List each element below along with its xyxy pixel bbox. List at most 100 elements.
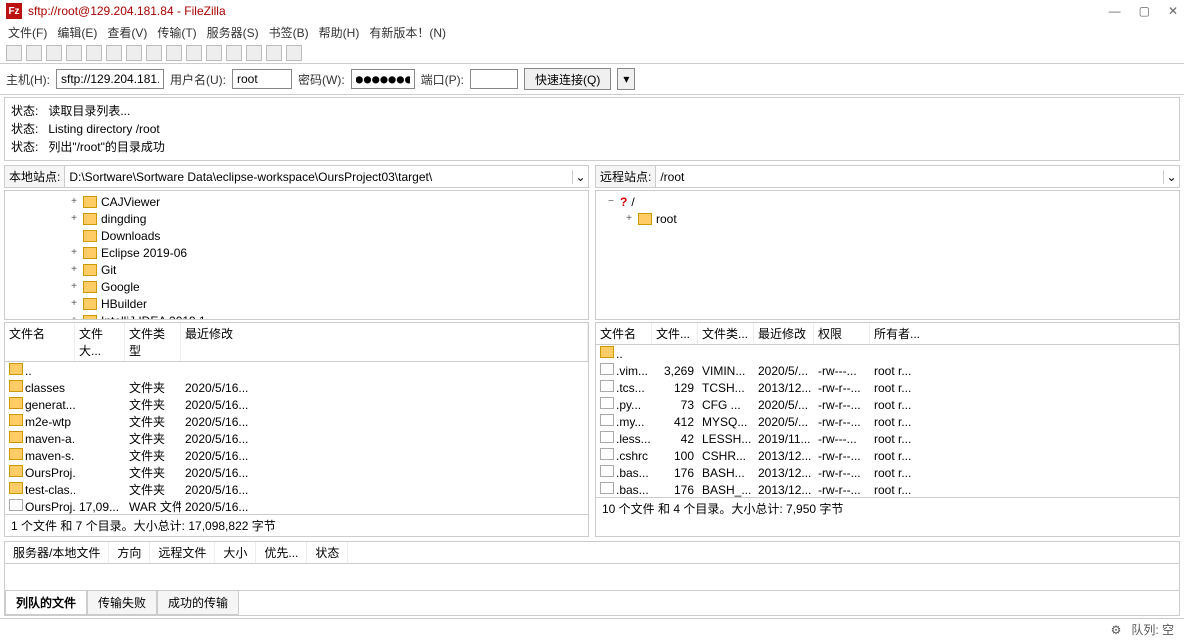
column-header[interactable]: 文件名 [596,323,652,344]
remote-tree[interactable]: −?/+root [595,190,1180,320]
host-input[interactable] [56,69,164,89]
list-item[interactable]: .bas...176BASH...2013/12...-rw-r--...roo… [596,464,1179,481]
local-filelist: 文件名文件大...文件类型最近修改 ..classes文件夹2020/5/16.… [4,322,589,537]
maximize-button[interactable]: ▢ [1139,4,1150,18]
toolbar-button[interactable] [86,45,102,61]
remotesite-input[interactable] [656,168,1163,186]
folder-icon [9,397,23,409]
list-item[interactable]: classes文件夹2020/5/16... [5,379,588,396]
menu-item[interactable]: 查看(V) [107,24,147,40]
pwd-input[interactable] [351,69,415,89]
list-item[interactable]: .cshrc100CSHR...2013/12...-rw-r--...root… [596,447,1179,464]
quickconnect-dropdown[interactable]: ▾ [617,68,635,90]
folder-icon [83,213,97,225]
menu-item[interactable]: 有新版本！(N) [369,24,446,40]
queue-tab[interactable]: 成功的传输 [157,591,239,615]
list-item[interactable]: m2e-wtp文件夹2020/5/16... [5,413,588,430]
column-header[interactable]: 方向 [109,542,150,563]
doc-icon [600,414,614,426]
menu-item[interactable]: 编辑(E) [57,24,97,40]
window-title: sftp://root@129.204.181.84 - FileZilla [28,4,226,18]
toolbar-button[interactable] [226,45,242,61]
tree-item[interactable]: +Eclipse 2019-06 [9,244,584,261]
folder-icon [9,414,23,426]
folder-icon [638,213,652,225]
tree-item[interactable]: +Google [9,278,584,295]
close-button[interactable]: ✕ [1168,4,1178,18]
list-item[interactable]: .less...42LESSH...2019/11...-rw---...roo… [596,430,1179,447]
quickconnect-button[interactable]: 快速连接(Q) [524,68,611,90]
menu-item[interactable]: 文件(F) [8,24,47,40]
toolbar-button[interactable] [6,45,22,61]
tree-item[interactable]: +HBuilder [9,295,584,312]
column-header[interactable]: 最近修改 [181,323,588,361]
menu-item[interactable]: 书签(B) [269,24,309,40]
tree-item[interactable]: −?/ [600,193,1175,210]
toolbar-button[interactable] [46,45,62,61]
column-header[interactable]: 远程文件 [150,542,215,563]
column-header[interactable]: 大小 [215,542,256,563]
column-header[interactable]: 服务器/本地文件 [5,542,109,563]
tree-item[interactable]: +dingding [9,210,584,227]
menu-item[interactable]: 帮助(H) [319,24,360,40]
list-item[interactable]: test-clas...文件夹2020/5/16... [5,481,588,498]
list-item[interactable]: .. [5,362,588,379]
menu-item[interactable]: 传输(T) [157,24,196,40]
toolbar-button[interactable] [106,45,122,61]
column-header[interactable]: 文件... [652,323,698,344]
toolbar-button[interactable] [66,45,82,61]
column-header[interactable]: 文件大... [75,323,125,361]
list-item[interactable]: maven-s...文件夹2020/5/16... [5,447,588,464]
list-item[interactable]: OursProj...文件夹2020/5/16... [5,464,588,481]
remote-summary: 10 个文件 和 4 个目录。大小总计: 7,950 字节 [596,497,1179,519]
doc-icon [600,465,614,477]
folder-icon [83,230,97,242]
list-item[interactable]: .tcs...129TCSH...2013/12...-rw-r--...roo… [596,379,1179,396]
column-header[interactable]: 状态 [307,542,348,563]
folder-icon [9,380,23,392]
list-item[interactable]: maven-a...文件夹2020/5/16... [5,430,588,447]
column-header[interactable]: 文件类... [698,323,754,344]
toolbar-button[interactable] [206,45,222,61]
folder-icon [83,298,97,310]
queue-tab[interactable]: 列队的文件 [5,591,87,615]
toolbar-button[interactable] [146,45,162,61]
list-item[interactable]: .py...73CFG ...2020/5/...-rw-r--...root … [596,396,1179,413]
folder-icon [9,431,23,443]
tree-item[interactable]: +Git [9,261,584,278]
queue-tab[interactable]: 传输失败 [87,591,157,615]
list-item[interactable]: .bas...176BASH_...2013/12...-rw-r--...ro… [596,481,1179,497]
port-input[interactable] [470,69,518,89]
list-item[interactable]: .. [596,345,1179,362]
column-header[interactable]: 所有者... [870,323,1179,344]
list-item[interactable]: .vim...3,269VIMIN...2020/5/...-rw---...r… [596,362,1179,379]
toolbar-button[interactable] [126,45,142,61]
toolbar-button[interactable] [246,45,262,61]
local-summary: 1 个文件 和 7 个目录。大小总计: 17,098,822 字节 [5,514,588,536]
toolbar-button[interactable] [186,45,202,61]
remote-filelist: 文件名文件...文件类...最近修改权限所有者... ...vim...3,26… [595,322,1180,537]
list-item[interactable]: generat...文件夹2020/5/16... [5,396,588,413]
tree-item[interactable]: +CAJViewer [9,193,584,210]
remotesite-dropdown[interactable]: ⌄ [1163,170,1179,184]
tree-item[interactable]: +IntelliJ IDEA 2019.1 [9,312,584,320]
column-header[interactable]: 最近修改 [754,323,814,344]
local-tree[interactable]: +CAJViewer+dingding Downloads+Eclipse 20… [4,190,589,320]
localsite-input[interactable] [65,168,572,186]
localsite-dropdown[interactable]: ⌄ [572,170,588,184]
toolbar-button[interactable] [26,45,42,61]
menu-item[interactable]: 服务器(S) [207,24,259,40]
column-header[interactable]: 权限 [814,323,870,344]
list-item[interactable]: .my...412MYSQ...2020/5/...-rw-r--...root… [596,413,1179,430]
toolbar-button[interactable] [266,45,282,61]
column-header[interactable]: 文件类型 [125,323,181,361]
column-header[interactable]: 文件名 [5,323,75,361]
tree-item[interactable]: +root [600,210,1175,227]
column-header[interactable]: 优先... [256,542,307,563]
toolbar-button[interactable] [286,45,302,61]
toolbar-button[interactable] [166,45,182,61]
minimize-button[interactable]: — [1109,4,1121,18]
tree-item[interactable]: Downloads [9,227,584,244]
user-input[interactable] [232,69,292,89]
list-item[interactable]: OursProj...17,09...WAR 文件2020/5/16... [5,498,588,514]
